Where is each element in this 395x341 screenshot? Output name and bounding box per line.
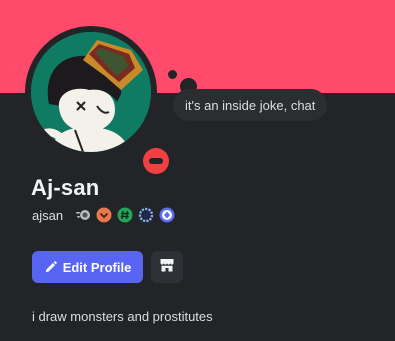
avatar-illustration (31, 32, 151, 152)
edit-profile-button[interactable]: Edit Profile (32, 251, 143, 283)
thought-bubble-dot-small (168, 70, 177, 79)
dnd-status-icon (143, 148, 169, 174)
username[interactable]: ajsan (32, 208, 63, 223)
username-row: ajsan (32, 206, 180, 224)
status-indicator (138, 143, 174, 179)
boost-icon[interactable] (96, 207, 112, 223)
shop-icon (159, 257, 175, 278)
avatar-container[interactable] (25, 26, 174, 179)
custom-status-bubble[interactable]: it's an inside joke, chat (173, 89, 328, 121)
display-name: Aj-san (31, 175, 100, 200)
shop-button[interactable] (151, 251, 183, 283)
profile-bio: i draw monsters and prostitutes (32, 309, 213, 324)
hashtag-quest-icon[interactable] (117, 207, 133, 223)
custom-status-text: it's an inside joke, chat (185, 97, 316, 113)
gem-ring-icon[interactable] (138, 207, 154, 223)
pencil-icon (44, 260, 57, 274)
edit-profile-label: Edit Profile (62, 259, 132, 275)
nitro-icon[interactable] (75, 207, 91, 223)
avatar[interactable] (31, 32, 151, 152)
diamond-icon[interactable] (159, 207, 175, 223)
